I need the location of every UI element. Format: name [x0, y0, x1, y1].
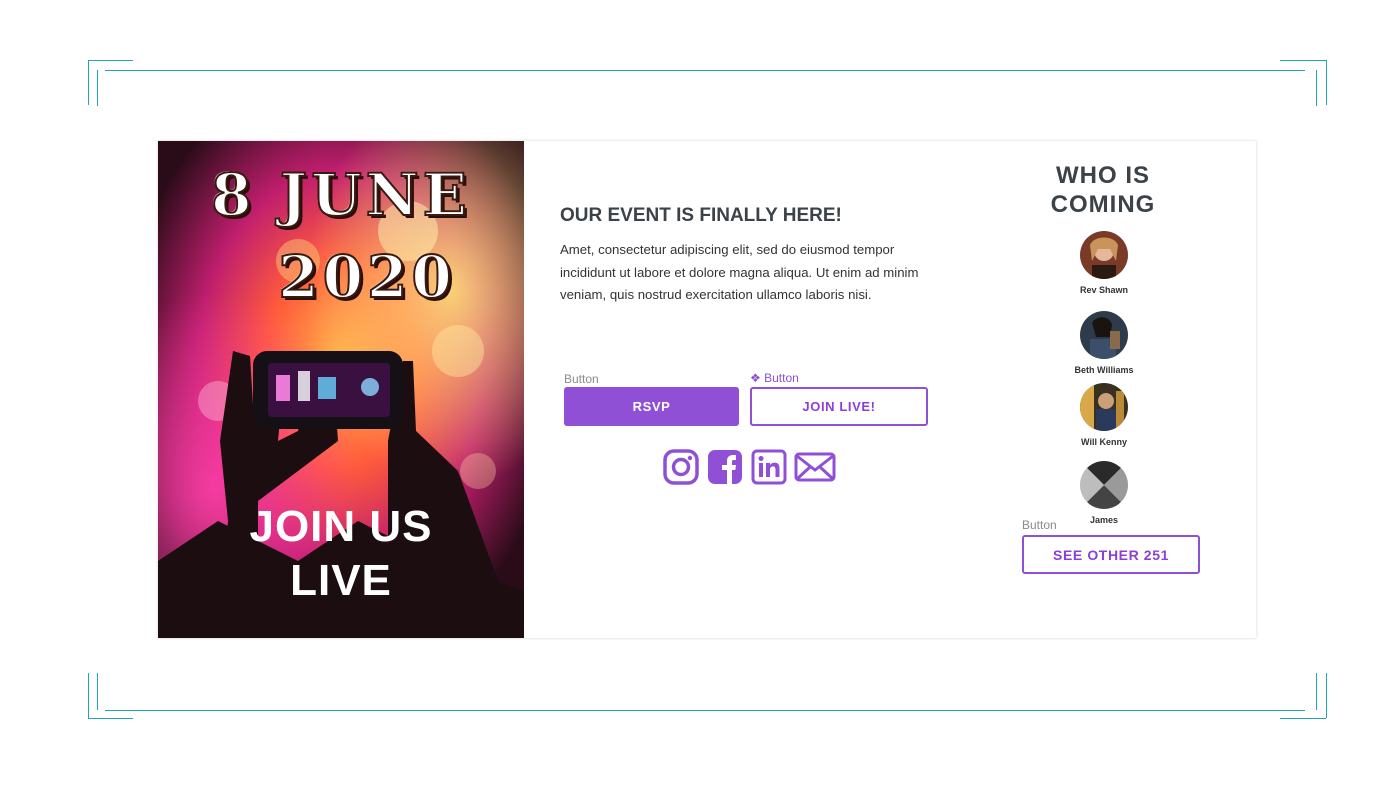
see-more-component-label: Button — [1022, 518, 1057, 532]
attendee-name: Beth Williams — [1074, 365, 1134, 375]
avatar — [1080, 311, 1128, 359]
attendees-title: WHO IS COMING — [1018, 161, 1188, 219]
attendees-title-line1: WHO IS — [1056, 162, 1150, 189]
attendee-item[interactable]: Rev Shawn — [1019, 231, 1189, 295]
event-card: 8 JUNE 2020 JOIN US LIVE OUR EVENT IS FI… — [158, 141, 1256, 638]
attendee-item[interactable]: James — [1019, 461, 1189, 525]
see-other-attendees-button[interactable]: SEE OTHER 251 — [1022, 535, 1200, 574]
attendee-name: Will Kenny — [1081, 437, 1127, 447]
poster-join-line2: LIVE — [290, 556, 392, 605]
attendees-panel: WHO IS COMING Rev Shawn Beth Williams Wi… — [1018, 141, 1256, 638]
avatar — [1080, 461, 1128, 509]
avatar — [1080, 383, 1128, 431]
attendee-item[interactable]: Beth Williams — [1019, 311, 1189, 375]
join-live-button[interactable]: JOIN LIVE! — [750, 387, 928, 426]
social-links — [662, 448, 836, 486]
event-description: Amet, consectetur adipiscing elit, sed d… — [560, 242, 919, 302]
join-component-label: ❖ Button — [750, 371, 799, 385]
facebook-icon[interactable] — [706, 448, 744, 486]
event-poster: 8 JUNE 2020 JOIN US LIVE — [158, 141, 524, 638]
rsvp-component-label: Button — [564, 372, 599, 386]
instagram-icon[interactable] — [662, 448, 700, 486]
linkedin-icon[interactable] — [750, 448, 788, 486]
mail-icon[interactable] — [794, 448, 836, 486]
poster-join-line1: JOIN US — [249, 502, 433, 551]
attendee-item[interactable]: Will Kenny — [1019, 383, 1189, 447]
event-headline: OUR EVENT IS FINALLY HERE! — [560, 205, 842, 226]
attendee-name: Rev Shawn — [1079, 285, 1128, 295]
event-details: OUR EVENT IS FINALLY HERE! Amet, consect… — [560, 141, 940, 638]
avatar — [1080, 231, 1128, 279]
rsvp-button[interactable]: RSVP — [564, 387, 739, 426]
event-date-year: 2020 — [277, 242, 456, 312]
event-date-day: 8 JUNE — [210, 160, 471, 230]
attendees-title-line2: COMING — [1050, 191, 1156, 218]
